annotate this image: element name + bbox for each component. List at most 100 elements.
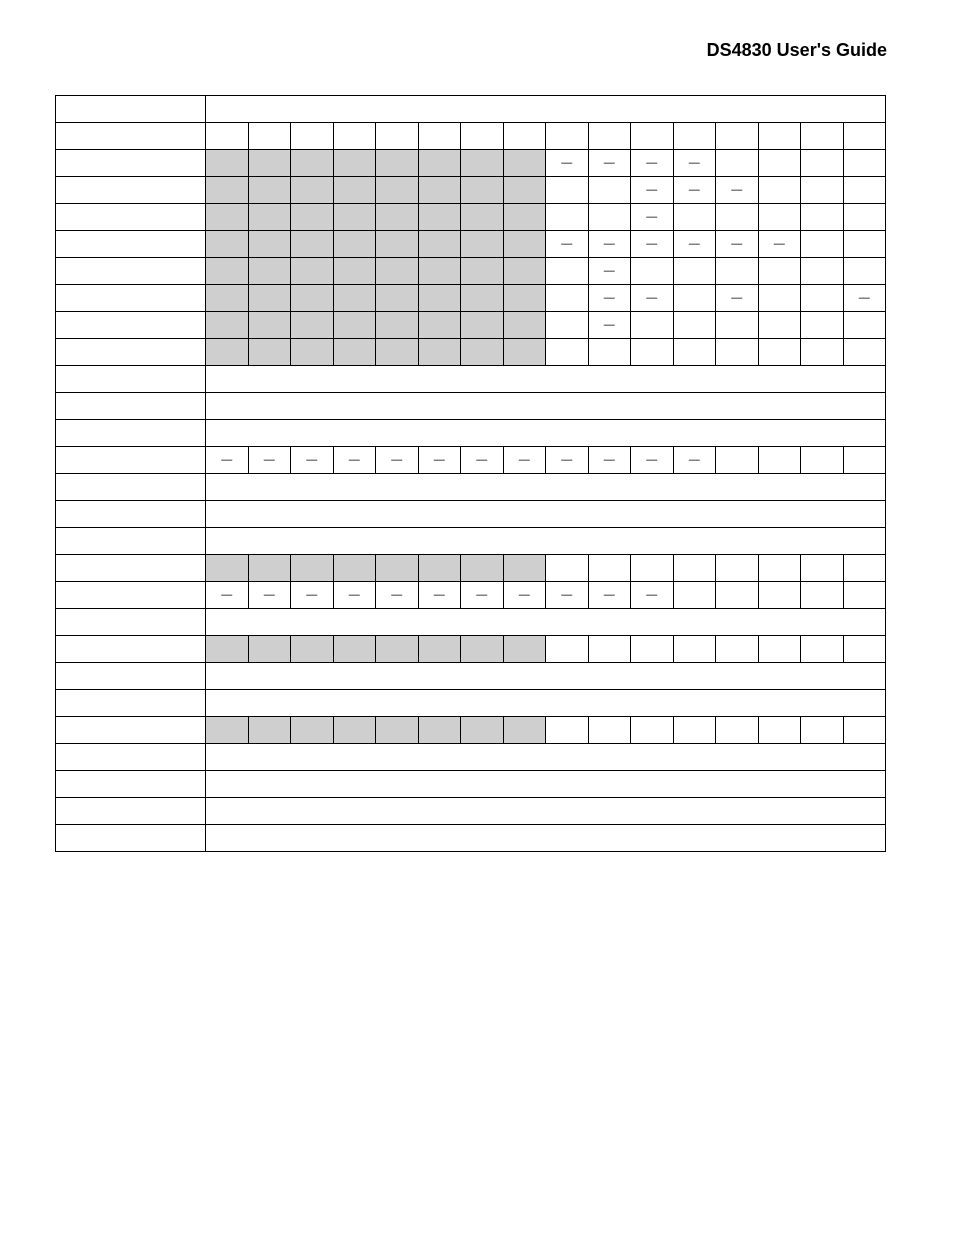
table-cell: — xyxy=(206,582,249,609)
table-cell xyxy=(503,123,546,150)
table-row: ———— xyxy=(56,150,886,177)
table-cell xyxy=(588,636,631,663)
row-name xyxy=(56,501,206,528)
table-cell xyxy=(716,636,759,663)
table-cell: — xyxy=(588,258,631,285)
table-cell xyxy=(801,447,844,474)
table-cell xyxy=(716,204,759,231)
table-cell: — xyxy=(673,150,716,177)
table-row xyxy=(56,663,886,690)
table-cell xyxy=(418,123,461,150)
table-cell xyxy=(716,258,759,285)
table-header-bits xyxy=(206,96,886,123)
table-cell xyxy=(801,285,844,312)
table-cell xyxy=(333,285,376,312)
table-cell xyxy=(801,150,844,177)
table-cell xyxy=(503,636,546,663)
table-cell xyxy=(843,177,886,204)
table-cell xyxy=(673,258,716,285)
row-name xyxy=(56,825,206,852)
table-cell xyxy=(673,204,716,231)
table-cell: — xyxy=(503,447,546,474)
table-cell xyxy=(418,312,461,339)
table-cell: — xyxy=(631,150,674,177)
table-cell xyxy=(758,150,801,177)
row-name xyxy=(56,609,206,636)
table-cell: — xyxy=(631,285,674,312)
table-cell xyxy=(291,636,334,663)
table-cell xyxy=(503,285,546,312)
table-cell xyxy=(248,312,291,339)
table-cell: — xyxy=(588,447,631,474)
table-cell xyxy=(206,501,886,528)
table-cell xyxy=(503,258,546,285)
table-cell xyxy=(716,447,759,474)
table-cell: — xyxy=(673,447,716,474)
table-cell: — xyxy=(588,312,631,339)
table-cell xyxy=(631,312,674,339)
table-cell xyxy=(503,231,546,258)
table-cell xyxy=(843,258,886,285)
table-cell xyxy=(461,231,504,258)
table-cell xyxy=(758,447,801,474)
table-cell xyxy=(248,204,291,231)
table-cell xyxy=(206,636,249,663)
table-cell xyxy=(333,636,376,663)
table-cell xyxy=(673,312,716,339)
table-cell: — xyxy=(631,447,674,474)
table-cell xyxy=(291,258,334,285)
table-cell: — xyxy=(673,231,716,258)
table-row: — xyxy=(56,204,886,231)
row-name xyxy=(56,204,206,231)
table-cell xyxy=(418,636,461,663)
table-cell xyxy=(206,366,886,393)
table-cell xyxy=(546,177,589,204)
table-cell xyxy=(206,339,249,366)
table-cell: — xyxy=(673,177,716,204)
table-cell xyxy=(503,204,546,231)
table-cell xyxy=(333,204,376,231)
table-cell xyxy=(418,339,461,366)
table-cell: — xyxy=(376,582,419,609)
table-cell xyxy=(248,339,291,366)
table-row: — xyxy=(56,312,886,339)
table-cell xyxy=(801,258,844,285)
row-name xyxy=(56,366,206,393)
table-cell xyxy=(248,150,291,177)
table-cell xyxy=(461,150,504,177)
table-cell xyxy=(376,123,419,150)
table-cell: — xyxy=(206,447,249,474)
table-cell xyxy=(546,285,589,312)
table-cell xyxy=(418,285,461,312)
table-cell: — xyxy=(758,231,801,258)
table-cell xyxy=(758,123,801,150)
table-row xyxy=(56,690,886,717)
table-cell xyxy=(546,258,589,285)
table-row xyxy=(56,555,886,582)
table-cell xyxy=(843,312,886,339)
table-cell: — xyxy=(631,231,674,258)
table-cell xyxy=(206,798,886,825)
table-cell xyxy=(758,636,801,663)
table-cell xyxy=(333,177,376,204)
table-cell xyxy=(291,312,334,339)
table-cell: — xyxy=(333,582,376,609)
table-cell xyxy=(333,339,376,366)
table-row: — xyxy=(56,258,886,285)
table-cell xyxy=(758,312,801,339)
table-cell xyxy=(758,717,801,744)
table-row xyxy=(56,636,886,663)
table-cell xyxy=(248,285,291,312)
table-cell xyxy=(376,636,419,663)
table-cell xyxy=(843,231,886,258)
table-cell: — xyxy=(546,447,589,474)
table-cell: — xyxy=(843,285,886,312)
table-cell: — xyxy=(248,447,291,474)
table-cell xyxy=(376,231,419,258)
row-name xyxy=(56,150,206,177)
table-cell xyxy=(376,177,419,204)
table-cell xyxy=(333,717,376,744)
row-name xyxy=(56,798,206,825)
table-cell xyxy=(503,339,546,366)
row-name xyxy=(56,744,206,771)
